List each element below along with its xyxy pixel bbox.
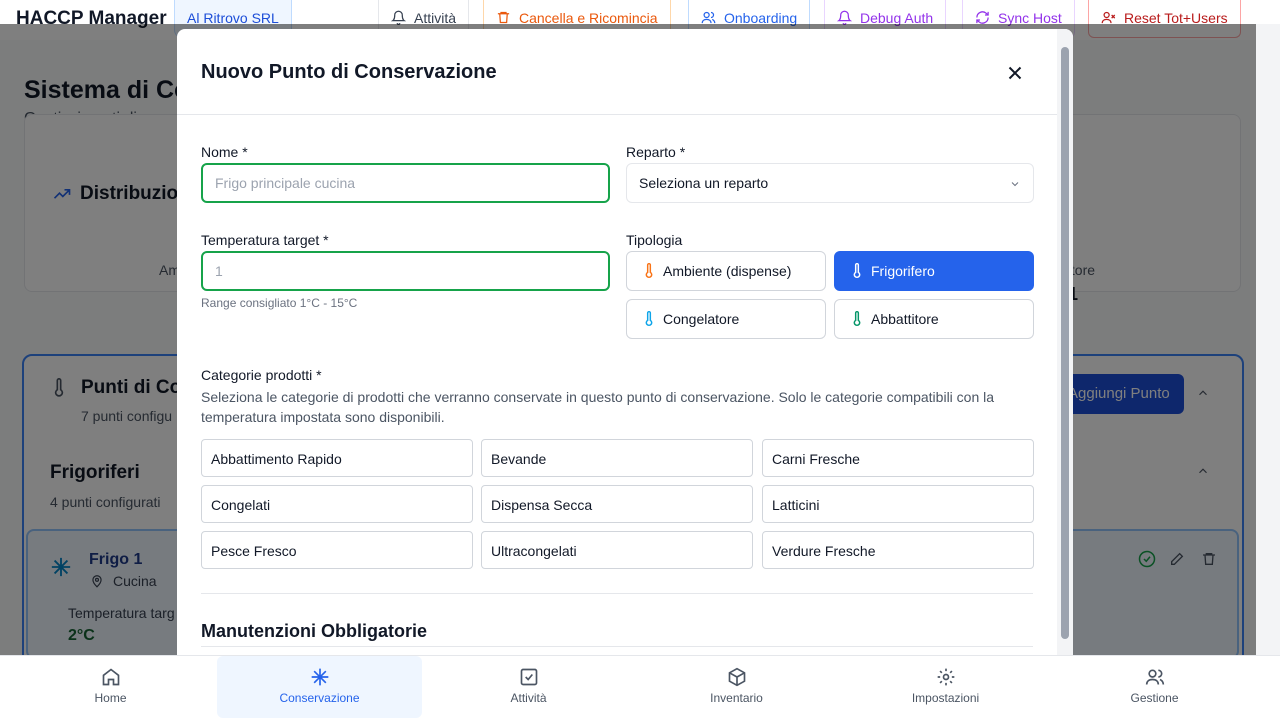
category-carni-fresche[interactable]: Carni Fresche	[762, 439, 1034, 477]
gear-icon	[937, 668, 954, 686]
bell-icon	[837, 10, 852, 25]
users-icon	[701, 11, 716, 24]
name-field[interactable]	[201, 163, 610, 203]
category-bevande[interactable]: Bevande	[481, 439, 753, 477]
thermometer-icon	[645, 263, 653, 278]
nav-impostazioni[interactable]: Impostazioni	[843, 656, 1048, 718]
categories-description: Seleziona le categorie di prodotti che v…	[201, 389, 995, 425]
modal-header: Nuovo Punto di Conservazione	[177, 29, 1057, 115]
category-pesce-fresco[interactable]: Pesce Fresco	[201, 531, 473, 569]
nav-gestione-label: Gestione	[1130, 691, 1179, 705]
reparto-select-value: Seleziona un reparto	[639, 175, 769, 191]
home-icon	[102, 668, 119, 686]
temperature-hint: Range consigliato 1°C - 15°C	[201, 296, 358, 310]
section-divider	[201, 593, 1033, 594]
category-abbattimento-rapido[interactable]: Abbattimento Rapido	[201, 439, 473, 477]
tipologia-congelatore-label: Congelatore	[663, 311, 740, 327]
modal-scrollbar[interactable]	[1057, 29, 1073, 655]
reparto-select[interactable]: Seleziona un reparto	[626, 163, 1034, 203]
reparto-label: Reparto *	[626, 144, 686, 160]
category-dispensa-secca[interactable]: Dispensa Secca	[481, 485, 753, 523]
tipologia-frigorifero-label: Frigorifero	[871, 263, 935, 279]
tipologia-congelatore-button[interactable]: Congelatore	[626, 299, 826, 339]
users-icon	[1145, 669, 1164, 685]
tipologia-abbattitore-label: Abbattitore	[871, 311, 939, 327]
category-ultracongelati[interactable]: Ultracongelati	[481, 531, 753, 569]
thermometer-icon	[645, 311, 653, 326]
nav-impostazioni-label: Impostazioni	[911, 691, 980, 705]
trash-icon	[497, 11, 510, 24]
modal-title: Nuovo Punto di Conservazione	[201, 61, 497, 83]
temperature-label: Temperatura target *	[201, 232, 329, 248]
checkbox-icon	[520, 668, 537, 686]
thermometer-icon	[853, 311, 861, 326]
nav-attivita[interactable]: Attività	[426, 656, 631, 718]
refresh-icon	[976, 11, 989, 24]
tipologia-ambiente-button[interactable]: Ambiente (dispense)	[626, 251, 826, 291]
snowflake-icon	[311, 668, 328, 686]
thermometer-icon	[853, 263, 861, 278]
tipologia-abbattitore-button[interactable]: Abbattitore	[834, 299, 1034, 339]
nav-inventario-label: Inventario	[710, 691, 763, 705]
name-label: Nome *	[201, 144, 248, 160]
close-icon	[1008, 66, 1022, 80]
chevron-down-icon	[1011, 182, 1019, 187]
name-input[interactable]	[215, 175, 608, 191]
close-modal-button[interactable]	[1004, 62, 1026, 84]
nav-conservazione[interactable]: Conservazione	[217, 656, 422, 718]
maintenance-divider	[201, 646, 1033, 647]
box-icon	[728, 667, 745, 687]
nav-conservazione-label: Conservazione	[279, 691, 360, 705]
nav-gestione[interactable]: Gestione	[1052, 656, 1257, 718]
categories-label: Categorie prodotti *	[201, 367, 322, 383]
nav-home[interactable]: Home	[8, 656, 213, 718]
nav-home-label: Home	[94, 691, 127, 705]
nav-attivita-label: Attività	[510, 691, 547, 705]
tipologia-frigorifero-button[interactable]: Frigorifero	[834, 251, 1034, 291]
bell-icon	[391, 10, 406, 25]
user-x-icon	[1101, 11, 1116, 24]
temperature-input[interactable]	[215, 263, 608, 279]
new-storage-point-modal: Nuovo Punto di Conservazione Nome * Repa…	[177, 29, 1073, 655]
modal-scrollbar-thumb[interactable]	[1061, 47, 1069, 639]
tipologia-label: Tipologia	[626, 232, 683, 248]
category-latticini[interactable]: Latticini	[762, 485, 1034, 523]
nav-inventario[interactable]: Inventario	[634, 656, 839, 718]
bottom-navigation: Home Conservazione Attività Inventario I…	[0, 655, 1280, 720]
temperature-field[interactable]	[201, 251, 610, 291]
maintenance-title: Manutenzioni Obbligatorie	[201, 621, 427, 641]
tipologia-ambiente-label: Ambiente (dispense)	[663, 263, 792, 279]
category-verdure-fresche[interactable]: Verdure Fresche	[762, 531, 1034, 569]
page-scrollbar[interactable]	[1256, 24, 1280, 655]
category-congelati[interactable]: Congelati	[201, 485, 473, 523]
